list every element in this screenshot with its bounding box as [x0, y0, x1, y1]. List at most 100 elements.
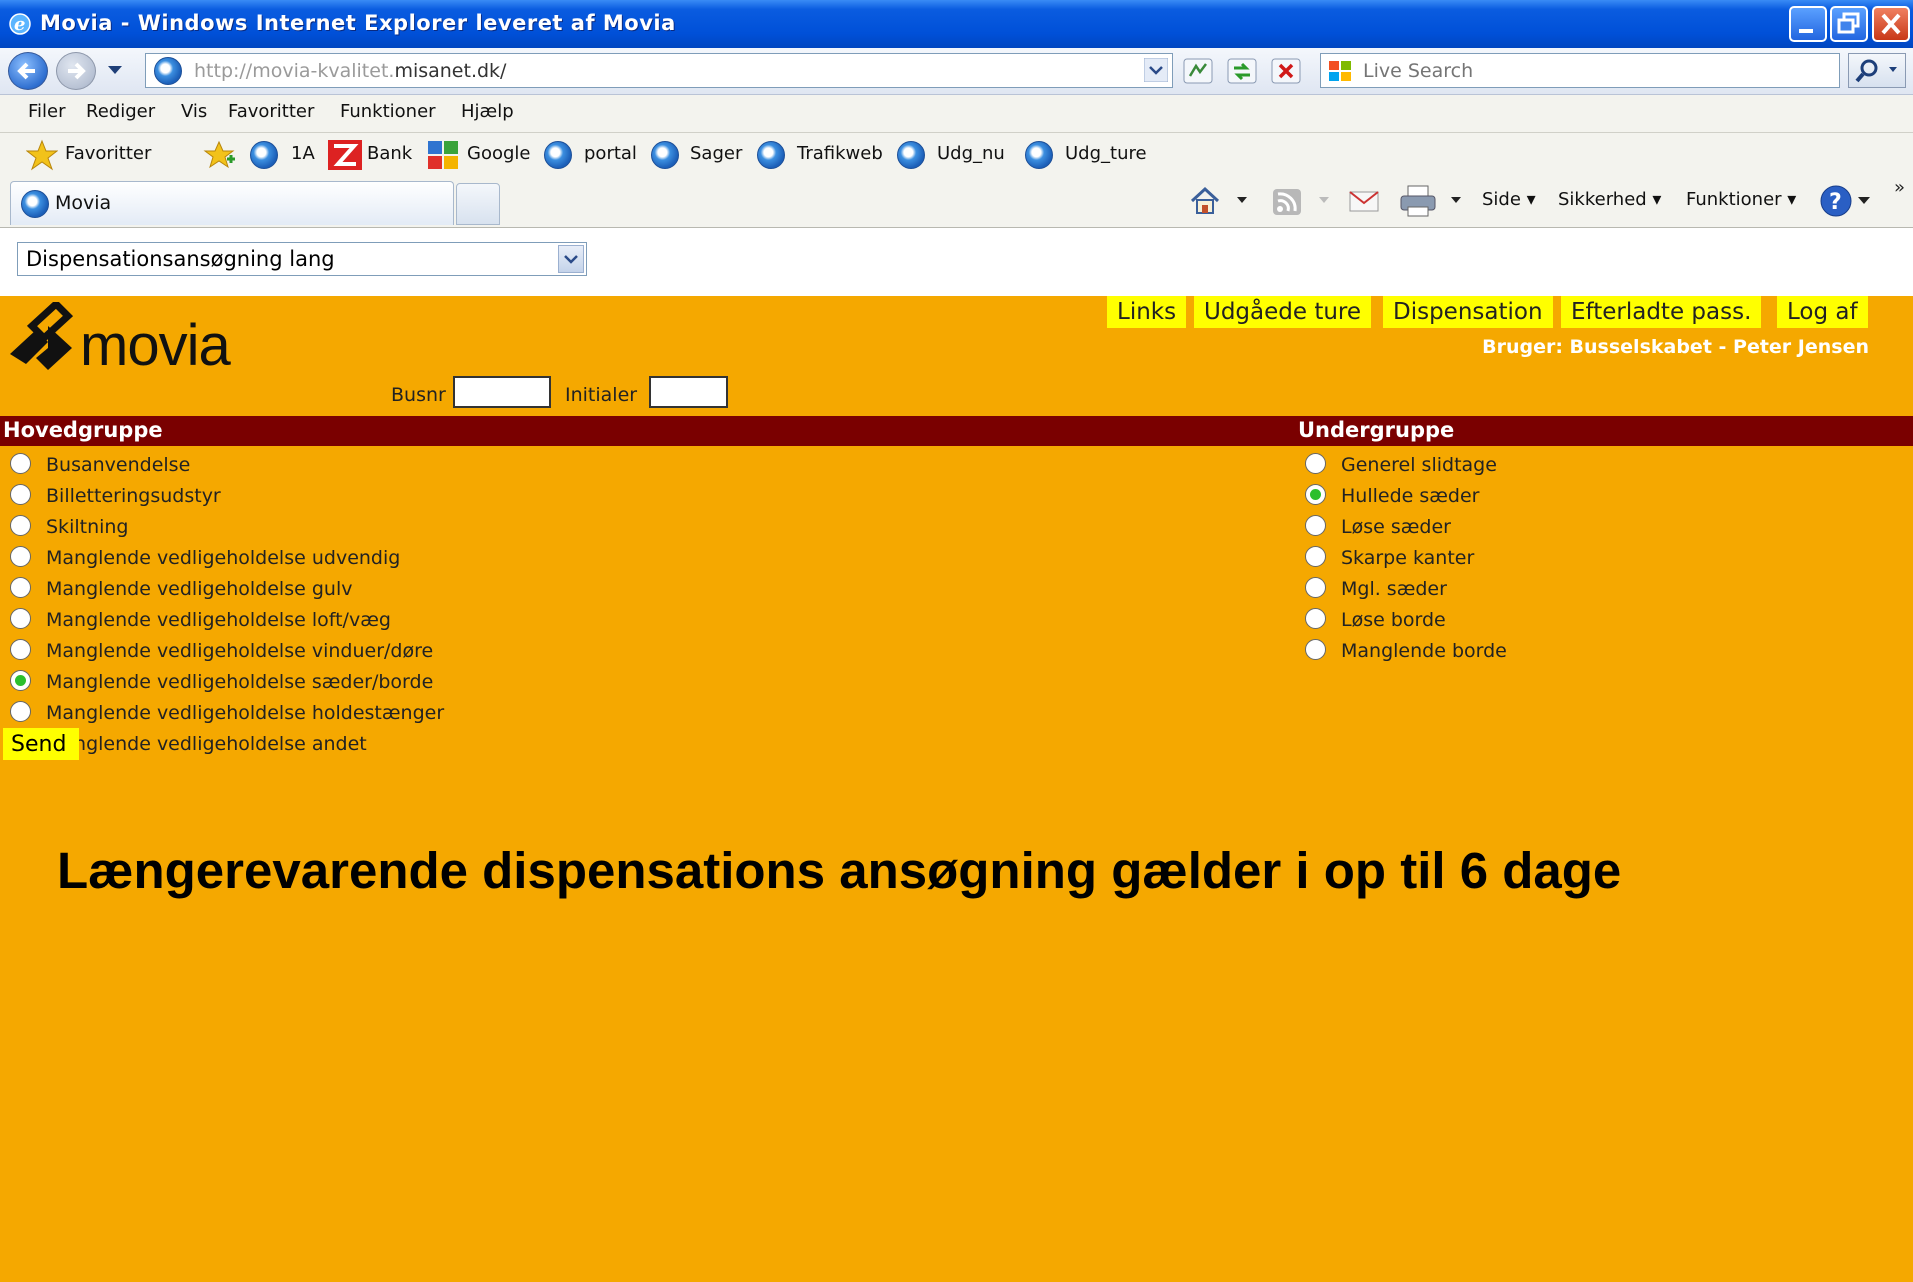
restore-button[interactable]: [1830, 6, 1868, 42]
movia-logo-text: movia: [80, 313, 231, 378]
radio-button[interactable]: [10, 639, 31, 660]
radio-button[interactable]: [1305, 453, 1326, 474]
tab-movia[interactable]: Movia: [10, 181, 454, 225]
fav-udg-nu-icon: [897, 141, 925, 169]
main-group-option-label: Manglende vedligeholdelse andet: [46, 733, 367, 755]
svg-text:?: ?: [1829, 190, 1842, 215]
search-button[interactable]: [1848, 53, 1906, 88]
home-icon[interactable]: [1188, 185, 1222, 217]
radio-button[interactable]: [10, 453, 31, 474]
select-dropdown-icon[interactable]: [558, 245, 584, 273]
refresh-icon[interactable]: [1226, 56, 1258, 86]
link-links[interactable]: Links: [1107, 296, 1187, 328]
initials-input[interactable]: [649, 376, 728, 408]
menu-file[interactable]: Filer: [28, 101, 66, 122]
sub-group-option-label: Manglende borde: [1341, 640, 1507, 662]
link-log-af[interactable]: Log af: [1777, 296, 1868, 328]
fav-udg-ture-icon: [1025, 141, 1053, 169]
send-button[interactable]: Send: [3, 728, 79, 760]
address-dropdown-icon[interactable]: [1144, 58, 1168, 82]
radio-button[interactable]: [10, 577, 31, 598]
form-type-select[interactable]: Dispensationsansøgning lang: [17, 242, 587, 276]
sub-group-option-label: Løse sæder: [1341, 516, 1451, 538]
link-efterladte-pass[interactable]: Efterladte pass.: [1561, 296, 1762, 328]
main-group-option-label: Billetteringsudstyr: [46, 485, 221, 507]
main-group-option-label: Busanvendelse: [46, 454, 191, 476]
link-dispensation[interactable]: Dispensation: [1383, 296, 1553, 328]
radio-button[interactable]: [10, 484, 31, 505]
minimize-button[interactable]: [1789, 6, 1827, 42]
forward-button[interactable]: [56, 52, 96, 90]
print-icon[interactable]: [1398, 183, 1438, 219]
fav-link-portal[interactable]: portal: [584, 143, 637, 164]
window-title: Movia - Windows Internet Explorer levere…: [40, 11, 676, 35]
compatibility-view-icon[interactable]: [1182, 56, 1214, 86]
page-menu[interactable]: Side ▾: [1482, 189, 1536, 210]
read-mail-icon[interactable]: [1346, 185, 1382, 217]
address-toolbar: http://movia-kvalitet.misanet.dk/: [0, 48, 1913, 95]
feeds-dropdown-icon[interactable]: [1316, 191, 1332, 207]
favorites-star-icon[interactable]: [26, 139, 58, 171]
link-udgaede-ture[interactable]: Udgåede ture: [1194, 296, 1372, 328]
radio-button[interactable]: [10, 701, 31, 722]
radio-button[interactable]: [1305, 577, 1326, 598]
tab-bar: Movia Side ▾ Sikkerhed ▾ Funktioner ▾ ? …: [0, 177, 1913, 228]
feeds-icon[interactable]: [1270, 185, 1304, 217]
fav-link-google[interactable]: Google: [467, 143, 530, 164]
close-window-button[interactable]: [1872, 6, 1910, 42]
window-title-bar[interactable]: e Movia - Windows Internet Explorer leve…: [0, 0, 1913, 48]
main-group-option-label: Manglende vedligeholdelse loft/væg: [46, 609, 391, 631]
history-dropdown-icon[interactable]: [105, 62, 125, 78]
busnr-input[interactable]: [453, 376, 551, 408]
fav-link-trafikweb[interactable]: Trafikweb: [797, 143, 883, 164]
radio-button[interactable]: [10, 515, 31, 536]
radio-button[interactable]: [1305, 484, 1326, 505]
search-icon: [1855, 59, 1897, 83]
safety-menu[interactable]: Sikkerhed ▾: [1558, 189, 1661, 210]
radio-button[interactable]: [10, 546, 31, 567]
print-dropdown-icon[interactable]: [1448, 191, 1464, 207]
web-page: Dispensationsansøgning lang movia Links …: [0, 228, 1913, 1282]
main-group-option-label: Manglende vedligeholdelse vinduer/døre: [46, 640, 434, 662]
main-group-option-label: Manglende vedligeholdelse holdestænger: [46, 702, 445, 724]
favorites-bar: Favoritter 1A Bank Google portal Sager T…: [0, 133, 1913, 177]
radio-button[interactable]: [1305, 608, 1326, 629]
back-button[interactable]: [8, 52, 48, 90]
menu-view[interactable]: Vis: [181, 101, 207, 122]
fav-link-udg-ture[interactable]: Udg_ture: [1065, 143, 1147, 164]
favorites-button[interactable]: Favoritter: [65, 143, 151, 164]
radio-button[interactable]: [1305, 515, 1326, 536]
fav-sager-icon: [651, 141, 679, 169]
stop-icon[interactable]: [1270, 56, 1302, 86]
new-tab-button[interactable]: [456, 183, 500, 225]
home-dropdown-icon[interactable]: [1234, 191, 1250, 207]
radio-button[interactable]: [1305, 639, 1326, 660]
tools-menu[interactable]: Funktioner ▾: [1686, 189, 1796, 210]
help-icon[interactable]: ?: [1818, 183, 1874, 219]
ie-logo-icon: e: [9, 13, 31, 35]
fav-link-bank[interactable]: Bank: [367, 143, 412, 164]
radio-button[interactable]: [10, 608, 31, 629]
fav-link-sager[interactable]: Sager: [690, 143, 742, 164]
address-field[interactable]: http://movia-kvalitet.misanet.dk/: [145, 53, 1173, 88]
movia-logo-icon: [10, 302, 74, 370]
main-group-option-label: Manglende vedligeholdelse udvendig: [46, 547, 401, 569]
menu-help[interactable]: Hjælp: [461, 101, 514, 122]
form-type-value: Dispensationsansøgning lang: [26, 247, 335, 271]
fav-link-udg-nu[interactable]: Udg_nu: [937, 143, 1005, 164]
radio-button[interactable]: [10, 670, 31, 691]
tab-ie-icon: [21, 190, 49, 218]
chevron-more-icon[interactable]: »: [1894, 177, 1905, 198]
main-group-option-label: Manglende vedligeholdelse gulv: [46, 578, 353, 600]
menu-edit[interactable]: Rediger: [86, 101, 155, 122]
page-ie-icon: [154, 57, 182, 85]
live-search-input[interactable]: [1361, 58, 1825, 84]
live-search-box[interactable]: [1320, 53, 1840, 88]
menu-tools[interactable]: Funktioner: [340, 101, 436, 122]
minimize-icon: [1799, 29, 1813, 33]
url-text: http://movia-kvalitet.misanet.dk/: [194, 60, 507, 82]
fav-link-1a[interactable]: 1A: [291, 143, 315, 164]
add-favorite-icon[interactable]: [203, 139, 237, 171]
menu-favorites[interactable]: Favoritter: [228, 101, 314, 122]
radio-button[interactable]: [1305, 546, 1326, 567]
